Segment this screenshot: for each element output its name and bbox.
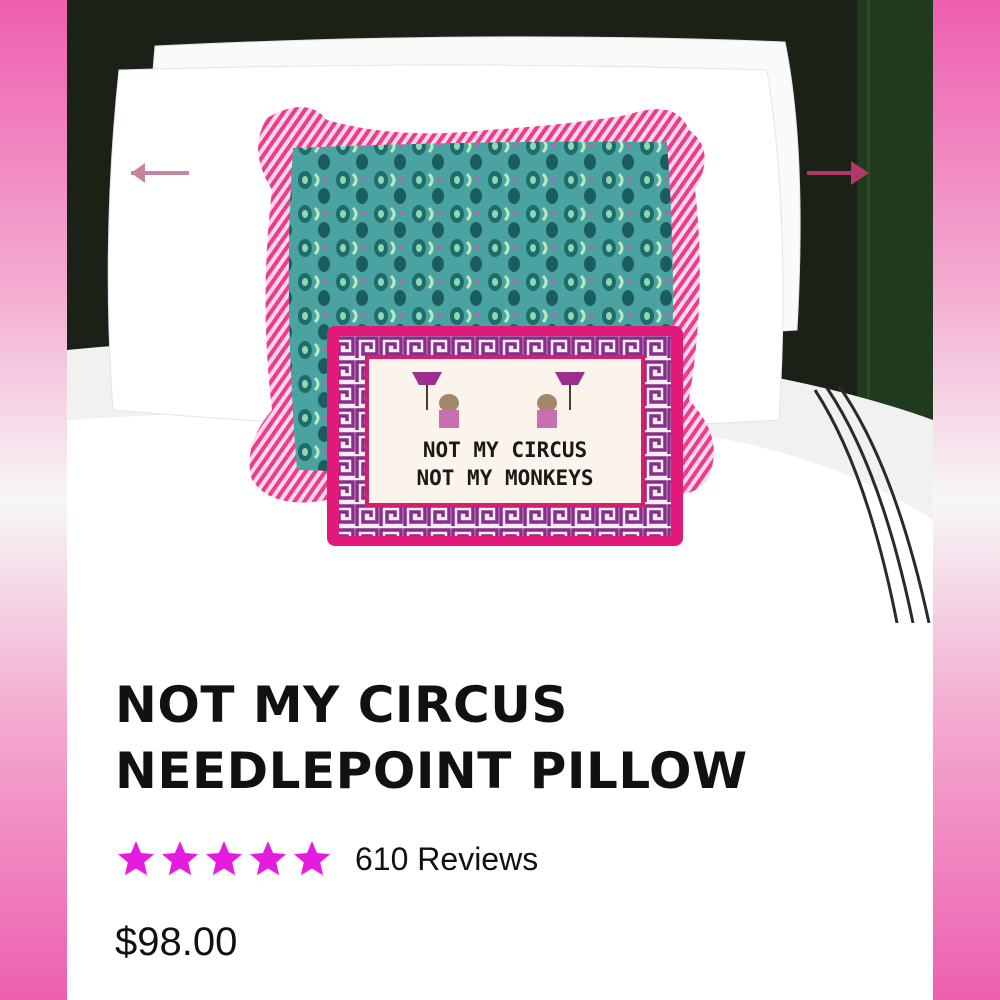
arrow-right-icon xyxy=(807,161,869,185)
star-icon xyxy=(249,841,287,876)
product-title-line2: NEEDLEPOINT PILLOW xyxy=(115,742,748,800)
star-rating xyxy=(115,838,333,880)
product-image[interactable]: NOT MY CIRCUS NOT MY MONKEYS xyxy=(67,0,933,623)
star-icon xyxy=(117,841,155,876)
reviews-link[interactable]: 610 Reviews xyxy=(355,841,538,878)
star-icon xyxy=(205,841,243,876)
next-image-button[interactable] xyxy=(803,150,873,196)
previous-image-button[interactable] xyxy=(123,150,193,196)
star-icon xyxy=(161,841,199,876)
rating-row[interactable]: 610 Reviews xyxy=(115,837,538,881)
product-info: NOT MY CIRCUS NEEDLEPOINT PILLOW 610 Rev… xyxy=(115,672,895,964)
arrow-left-icon xyxy=(131,163,189,183)
product-price: $98.00 xyxy=(115,920,238,964)
right-pink-border xyxy=(933,0,1000,1000)
product-title: NOT MY CIRCUS NEEDLEPOINT PILLOW xyxy=(115,672,895,804)
product-title-line1: NOT MY CIRCUS xyxy=(115,676,568,734)
pillow-text-line1: NOT MY CIRCUS xyxy=(423,438,587,462)
product-card: NOT MY CIRCUS NOT MY MONKEYS NOT MY CIRC… xyxy=(67,0,933,1000)
left-pink-border xyxy=(0,0,67,1000)
pillow-text-line2: NOT MY MONKEYS xyxy=(416,466,593,490)
star-icon xyxy=(293,841,331,876)
